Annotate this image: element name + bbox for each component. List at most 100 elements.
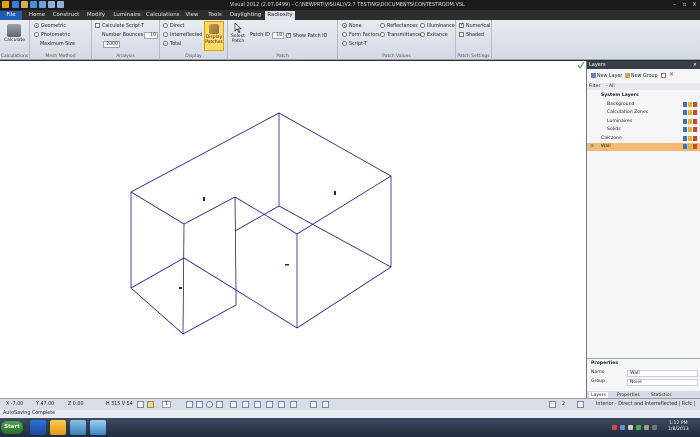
tab-view[interactable]: View: [182, 11, 202, 20]
reflectances-radio[interactable]: Reflectances: [380, 23, 418, 29]
patch-id-input[interactable]: 18: [272, 32, 284, 39]
visual-app-icon[interactable]: [50, 420, 66, 435]
tray-flag-icon[interactable]: [644, 425, 649, 430]
new-layer-button[interactable]: New Layer: [591, 73, 622, 79]
layer-state-icons[interactable]: [682, 110, 697, 116]
direct-radio[interactable]: Direct: [163, 23, 184, 29]
layer-toggle-icon[interactable]: [688, 110, 692, 115]
app-menu-icon[interactable]: [2, 1, 9, 8]
layer-toggle-icon[interactable]: [683, 127, 687, 132]
panel-close-icon[interactable]: ×: [693, 61, 697, 69]
transmittance-radio[interactable]: Transmittance: [380, 32, 421, 38]
layer-row[interactable]: Calculation Zones: [587, 109, 700, 117]
tray-volume-icon[interactable]: [628, 425, 633, 430]
script-radio[interactable]: Script-T: [342, 41, 367, 47]
tab-luminaire[interactable]: Luminaire: [112, 11, 142, 20]
illuminance-radio[interactable]: Illuminance: [420, 23, 455, 29]
minimize-icon[interactable]: –: [670, 1, 679, 8]
none-radio[interactable]: None: [342, 23, 362, 29]
tray-app-icon[interactable]: [636, 425, 641, 430]
save-icon[interactable]: [30, 1, 37, 8]
tab-home[interactable]: Home: [27, 11, 47, 20]
total-radio[interactable]: Total: [163, 41, 181, 47]
page-selector[interactable]: 1: [162, 401, 172, 408]
zoom-window-icon[interactable]: [242, 401, 249, 408]
render-icon[interactable]: [310, 401, 317, 408]
numerical-checkbox[interactable]: ✓ Numerical: [459, 23, 490, 29]
geometric-radio[interactable]: Geometric: [34, 23, 66, 29]
tray-network-icon[interactable]: [620, 425, 625, 430]
number-bounces-input[interactable]: 10: [144, 32, 158, 39]
layer-toggle-icon[interactable]: [688, 144, 692, 149]
name-field[interactable]: Wall: [627, 369, 698, 377]
tab-calculations[interactable]: Calculations: [146, 11, 180, 20]
layer-row[interactable]: Background: [587, 101, 700, 109]
copy-layer-icon[interactable]: [661, 73, 666, 80]
layer-toggle-icon[interactable]: [693, 127, 697, 132]
delete-layer-icon[interactable]: ✕: [669, 71, 674, 78]
layer-row[interactable]: Luminaires: [587, 118, 700, 126]
layer-row[interactable]: Solids: [587, 126, 700, 134]
layer-toggle-icon[interactable]: [683, 110, 687, 115]
layer-toggle-icon[interactable]: [683, 135, 687, 141]
tray-power-icon[interactable]: [652, 425, 657, 430]
layer-toggle-icon[interactable]: [683, 144, 687, 149]
layer-toggle-icon[interactable]: [688, 127, 692, 132]
layer-state-icons[interactable]: [682, 118, 697, 125]
display-patches-button[interactable]: Display Patches: [204, 21, 224, 51]
rotate-icon[interactable]: [290, 401, 297, 408]
circle-tool-icon[interactable]: [206, 401, 213, 408]
zoom-in-icon[interactable]: [254, 401, 261, 408]
lock-icon[interactable]: [577, 401, 584, 408]
calculate-button[interactable]: Calculate: [4, 22, 25, 52]
close-icon[interactable]: ×: [690, 1, 699, 8]
layer-toggle-icon[interactable]: [688, 101, 692, 107]
start-button[interactable]: Start: [1, 421, 23, 434]
layer-toggle-icon[interactable]: [683, 101, 687, 107]
maximize-icon[interactable]: ▫: [680, 1, 689, 8]
pan-icon[interactable]: [278, 401, 285, 408]
select-patch-button[interactable]: Select Patch: [229, 21, 247, 51]
word-icon[interactable]: [30, 420, 46, 435]
view-icon[interactable]: [322, 401, 329, 408]
new-file-icon[interactable]: [12, 1, 19, 8]
redo-icon[interactable]: [57, 1, 64, 8]
line-tool-icon[interactable]: [186, 401, 193, 408]
photos-icon[interactable]: [70, 420, 86, 435]
drawing-canvas[interactable]: [0, 61, 587, 398]
layer-toggle-icon[interactable]: [688, 135, 692, 141]
exitance-radio[interactable]: Exitance: [420, 32, 448, 38]
layer-toggle-icon[interactable]: [693, 101, 697, 107]
layer-row[interactable]: System Layers: [587, 92, 700, 100]
layer-toggle-icon[interactable]: [693, 135, 697, 141]
layer-state-icons[interactable]: [682, 135, 697, 142]
layer-state-icons[interactable]: [682, 101, 697, 108]
layer-toggle-icon[interactable]: [693, 118, 697, 124]
paint-icon[interactable]: [90, 420, 106, 435]
form-factors-radio[interactable]: Form Factors: [342, 32, 380, 38]
group-select[interactable]: None: [627, 378, 698, 386]
layer-row[interactable]: ⊕ Wall: [587, 143, 700, 151]
layer-toggle-icon[interactable]: [683, 118, 687, 124]
filter-row[interactable]: Filter - All: [587, 83, 700, 90]
show-patch-id-checkbox[interactable]: ✓ Show Patch ID: [286, 33, 327, 39]
polyline-tool-icon[interactable]: [196, 401, 203, 408]
calculate-script-checkbox[interactable]: Calculate Script-T: [95, 23, 144, 29]
move-tool-icon[interactable]: [216, 401, 223, 408]
undo-icon[interactable]: [48, 1, 55, 8]
layer-toggle-icon[interactable]: [693, 144, 697, 149]
open-file-icon[interactable]: [21, 1, 28, 8]
layer-toggle-icon[interactable]: [688, 118, 692, 124]
new-group-button[interactable]: New Group: [625, 73, 658, 79]
shaded-checkbox[interactable]: Shaded: [459, 32, 484, 38]
photometric-radio[interactable]: Photometric: [34, 32, 70, 38]
grid-icon[interactable]: [147, 401, 154, 408]
tray-alert-icon[interactable]: [612, 425, 617, 430]
tab-modify[interactable]: Modify: [84, 11, 108, 20]
tab-file[interactable]: File: [0, 11, 22, 20]
system-clock[interactable]: 1:12 PM 1/8/2013: [668, 421, 689, 433]
zoom-out-icon[interactable]: [266, 401, 273, 408]
tab-tools[interactable]: Tools: [205, 11, 225, 20]
layer-toggle-icon[interactable]: [693, 110, 697, 115]
print-icon[interactable]: [39, 1, 46, 8]
